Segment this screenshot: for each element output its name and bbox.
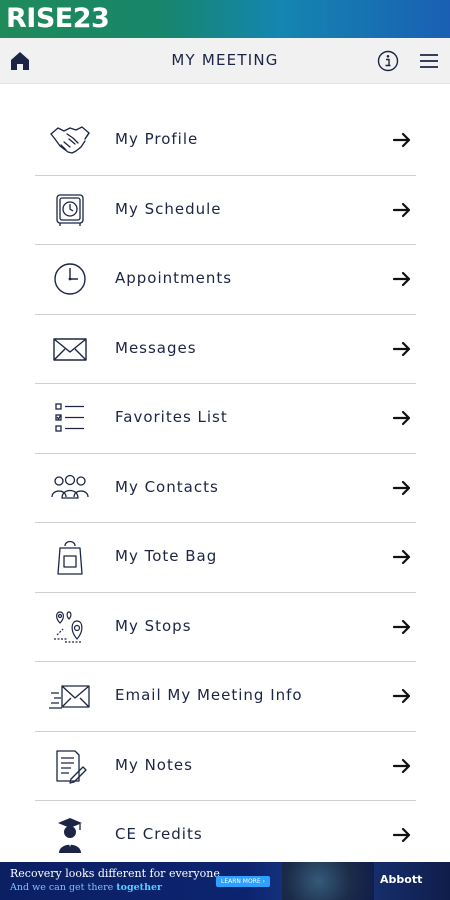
- email-send-icon: [49, 685, 90, 709]
- menu-item-messages[interactable]: Messages: [35, 315, 416, 384]
- arrow-right-icon: [392, 271, 411, 287]
- graduate-icon: [58, 818, 82, 853]
- menu-item-appointments[interactable]: Appointments: [35, 245, 416, 315]
- arrow-right-icon: [392, 758, 411, 773]
- brand-logo-text: RISE: [6, 3, 73, 34]
- ad-headline: Recovery looks different for everyone: [10, 867, 220, 880]
- people-group-icon: [51, 474, 89, 499]
- clock-icon: [54, 263, 86, 295]
- ad-subline: And we can get there together: [10, 882, 162, 893]
- ad-photo: [282, 862, 374, 900]
- menu-item-my-notes[interactable]: My Notes: [35, 732, 416, 801]
- menu-item-label: Messages: [115, 338, 197, 357]
- ad-subline-prefix: And we can get there: [10, 882, 117, 893]
- arrow-right-icon: [392, 619, 411, 634]
- ad-learn-more-button[interactable]: LEARN MORE ›: [216, 876, 270, 887]
- calendar-clock-icon: [56, 193, 84, 226]
- tote-bag-icon: [57, 540, 83, 575]
- arrow-right-icon: [392, 410, 411, 426]
- menu-item-label: Appointments: [115, 269, 233, 287]
- menu-item-label: My Schedule: [115, 199, 222, 218]
- menu-item-my-stops[interactable]: My Stops: [35, 593, 416, 662]
- brand-logo: RISE 23: [6, 2, 110, 36]
- arrow-right-icon: [392, 202, 411, 217]
- arrow-right-icon: [392, 132, 411, 148]
- menu-item-my-tote-bag[interactable]: My Tote Bag: [35, 523, 416, 593]
- hamburger-menu-icon[interactable]: [417, 49, 441, 73]
- notes-icon: [56, 749, 87, 784]
- menu-item-favorites-list[interactable]: Favorites List: [35, 384, 416, 454]
- handshake-icon: [50, 126, 90, 154]
- menu-item-label: My Contacts: [115, 477, 219, 496]
- menu-item-label: My Notes: [115, 755, 193, 774]
- menu-item-label: Email My Meeting Info: [115, 686, 303, 704]
- map-pins-icon: [54, 610, 83, 643]
- arrow-right-icon: [392, 341, 411, 356]
- checklist-icon: [55, 403, 84, 432]
- arrow-right-icon: [392, 549, 411, 565]
- menu-item-label: Favorites List: [115, 408, 228, 426]
- menu-item-ce-credits[interactable]: CE Credits: [35, 801, 416, 870]
- arrow-right-icon: [392, 688, 411, 704]
- menu-item-my-schedule[interactable]: My Schedule: [35, 176, 416, 245]
- ad-banner[interactable]: Recovery looks different for everyone An…: [0, 862, 450, 900]
- arrow-right-icon: [392, 827, 411, 843]
- brand-banner: RISE 23: [0, 0, 450, 38]
- brand-logo-year: 23: [72, 3, 110, 34]
- arrow-right-icon: [392, 480, 411, 495]
- menu-item-email-my-meeting-info[interactable]: Email My Meeting Info: [35, 662, 416, 732]
- info-icon[interactable]: [376, 49, 400, 73]
- menu-item-label: My Tote Bag: [115, 547, 218, 565]
- menu-item-my-profile[interactable]: My Profile: [35, 106, 416, 176]
- menu-item-label: CE Credits: [115, 825, 203, 843]
- ad-subline-emphasis: together: [116, 882, 163, 893]
- menu-item-label: My Stops: [115, 616, 192, 635]
- envelope-icon: [53, 337, 87, 361]
- my-meeting-menu: My Profile My Schedule Appointments Mess…: [35, 106, 416, 870]
- app-header: MY MEETING: [0, 38, 450, 84]
- ad-brand-logo: Abbott: [380, 873, 423, 886]
- menu-item-my-contacts[interactable]: My Contacts: [35, 454, 416, 523]
- menu-item-label: My Profile: [115, 130, 199, 148]
